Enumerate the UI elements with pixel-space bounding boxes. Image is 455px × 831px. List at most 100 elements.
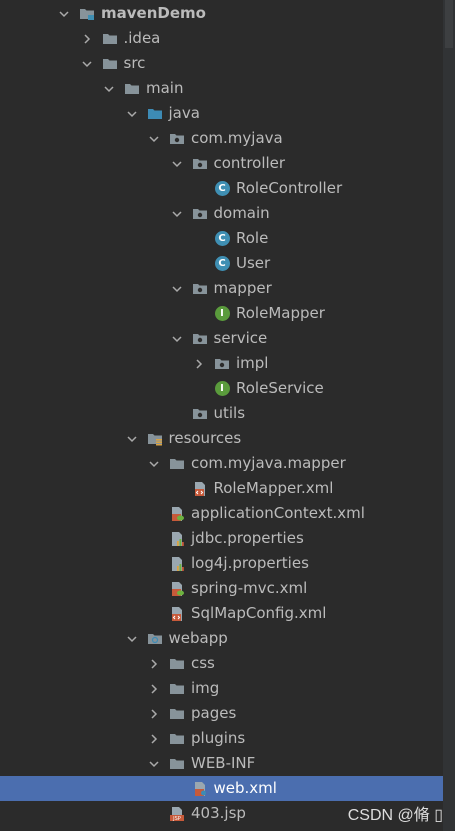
tree-row[interactable]: img [0,676,443,701]
tree-row[interactable]: pages [0,701,443,726]
tree-row[interactable]: src [0,51,443,76]
scrollbar-thumb[interactable] [445,0,453,48]
tree-row[interactable]: C User [0,251,443,276]
interface-icon-letter: I [214,306,230,321]
package-icon [192,331,208,347]
tree-row-label: RoleMapper.xml [213,479,334,497]
chevron-right-icon[interactable] [192,357,206,371]
tree-row-label: applicationContext.xml [191,504,365,522]
folder-icon [102,56,118,72]
tree-row[interactable]: css [0,651,443,676]
chevron-down-icon[interactable] [147,757,161,771]
properties-file-icon [169,531,185,547]
xml-file-icon [192,481,208,497]
tree-row[interactable]: spring-mvc.xml [0,576,443,601]
tree-row-label: img [191,679,220,697]
tree-row-label: WEB-INF [191,754,256,772]
chevron-down-icon[interactable] [147,457,161,471]
chevron-right-icon[interactable] [147,707,161,721]
tree-row-label: pages [191,704,237,722]
tree-row-label: RoleMapper [236,304,325,322]
chevron-down-icon[interactable] [170,332,184,346]
chevron-down-icon[interactable] [57,7,71,21]
chevron-down-icon[interactable] [170,157,184,171]
tree-row[interactable]: mavenDemo [0,1,443,26]
tree-row[interactable]: RoleMapper.xml [0,476,443,501]
chevron-down-icon[interactable] [170,282,184,296]
xml-file-icon [169,606,185,622]
resources-folder-icon [147,431,163,447]
chevron-right-icon[interactable] [80,32,94,46]
interface-icon: I [214,381,230,397]
tree-row[interactable]: service [0,326,443,351]
chevron-right-icon[interactable] [147,732,161,746]
chevron-down-icon[interactable] [80,57,94,71]
web-folder-icon [147,631,163,647]
package-icon [214,356,230,372]
class-icon: C [214,181,230,197]
module-folder-icon [79,6,95,22]
tree-row-label: web.xml [213,779,277,797]
chevron-down-icon[interactable] [147,132,161,146]
tree-row-label: com.myjava [191,129,283,147]
tree-row-label: User [236,254,271,272]
package-icon [192,281,208,297]
tree-row[interactable]: main [0,76,443,101]
chevron-right-icon[interactable] [147,682,161,696]
tree-row-label: spring-mvc.xml [191,579,308,597]
tree-row[interactable]: I RoleService [0,376,443,401]
tree-row[interactable]: WEB-INF [0,751,443,776]
tree-row-label: Role [236,229,269,247]
tree-row[interactable]: com.myjava.mapper [0,451,443,476]
tree-row-label: jdbc.properties [191,529,304,547]
tree-row[interactable]: jdbc.properties [0,526,443,551]
svg-text:JSP: JSP [172,816,181,822]
class-icon: C [214,231,230,247]
tree-row[interactable]: C Role [0,226,443,251]
tree-row-label: controller [213,154,286,172]
tree-row-label: RoleController [236,179,343,197]
tree-row[interactable]: mapper [0,276,443,301]
tree-row-label: .idea [123,29,161,47]
tree-row[interactable]: domain [0,201,443,226]
chevron-down-icon[interactable] [125,432,139,446]
tree-row-label: java [168,104,200,122]
web-xml-file-icon [192,781,208,797]
tree-row[interactable]: com.myjava [0,126,443,151]
tree-row[interactable]: web.xml [0,776,443,801]
scrollbar[interactable] [443,0,455,831]
tree-row[interactable]: C RoleController [0,176,443,201]
tree-row[interactable]: SqlMapConfig.xml [0,601,443,626]
tree-row[interactable]: plugins [0,726,443,751]
folder-icon [169,456,185,472]
class-icon-letter: C [214,256,230,271]
tree-row[interactable]: I RoleMapper [0,301,443,326]
chevron-right-icon[interactable] [147,657,161,671]
tree-row[interactable]: log4j.properties [0,551,443,576]
tree-row-label: mapper [213,279,272,297]
tree-row[interactable]: resources [0,426,443,451]
tree-row-label: webapp [168,629,228,647]
folder-icon [169,681,185,697]
tree-row-label: domain [213,204,270,222]
tree-row[interactable]: controller [0,151,443,176]
tree-row[interactable]: java [0,101,443,126]
properties-file-icon [169,556,185,572]
chevron-down-icon[interactable] [125,632,139,646]
tree-row[interactable]: utils [0,401,443,426]
chevron-down-icon[interactable] [102,82,116,96]
folder-icon [124,81,140,97]
tree-row[interactable]: .idea [0,26,443,51]
chevron-down-icon[interactable] [170,207,184,221]
class-icon-letter: C [214,181,230,196]
chevron-down-icon[interactable] [125,107,139,121]
tree-row-label: utils [213,404,246,422]
tree-row[interactable]: impl [0,351,443,376]
tree-row[interactable]: applicationContext.xml [0,501,443,526]
tree-row-label: mavenDemo [101,4,206,22]
package-icon [192,406,208,422]
tree-row[interactable]: webapp [0,626,443,651]
package-icon [192,156,208,172]
watermark: CSDN @脩 ▯ [347,807,443,824]
tree-row-label: impl [236,354,269,372]
